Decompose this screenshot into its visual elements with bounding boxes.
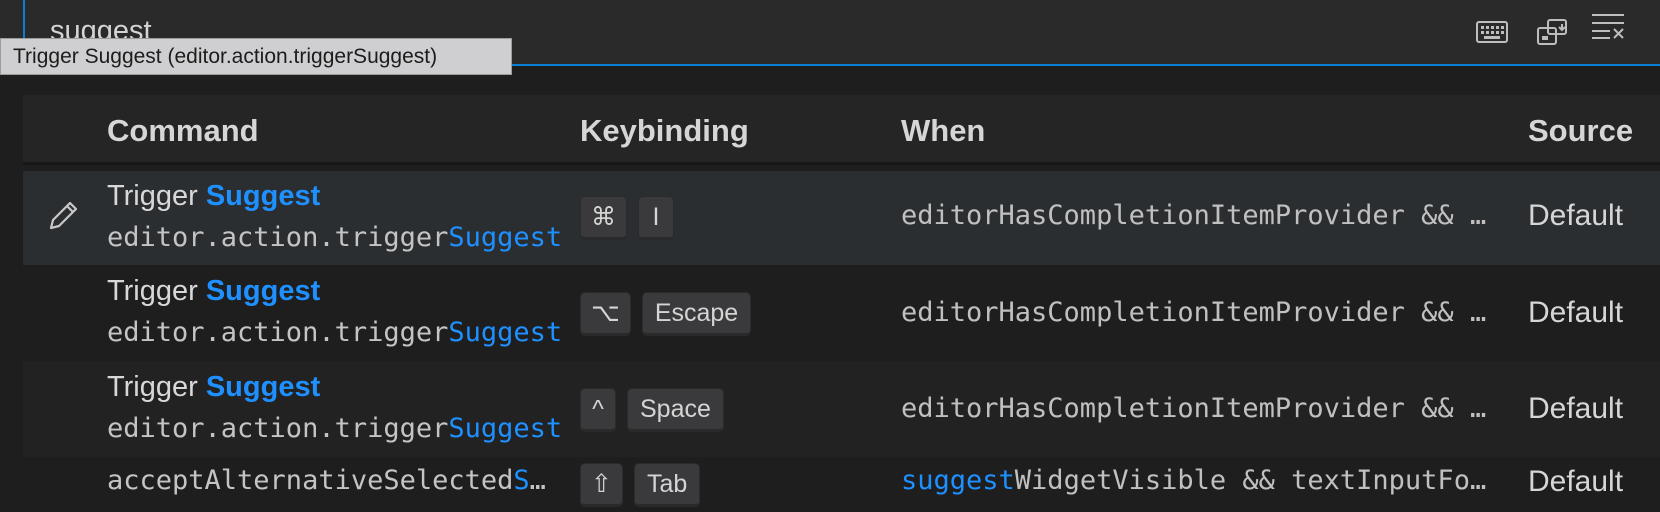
command-title: Trigger Suggest (107, 275, 321, 307)
keycap-ctrl: ^ (580, 388, 616, 432)
edit-keybinding-icon[interactable] (45, 198, 81, 239)
when-clause: suggestWidgetVisible && textInputFo… (901, 465, 1487, 496)
keycap-escape: Escape (641, 292, 752, 336)
when-clause: editorHasCompletionItemProvider && … (901, 200, 1487, 231)
when-clause: editorHasCompletionItemProvider && … (901, 297, 1487, 328)
source-value: Default (1528, 199, 1624, 232)
source-value: Default (1528, 296, 1624, 329)
command-tooltip: Trigger Suggest (editor.action.triggerSu… (0, 38, 512, 75)
column-header-command[interactable]: Command (107, 113, 259, 149)
keycap-i: I (638, 196, 674, 240)
column-header-keybinding[interactable]: Keybinding (580, 113, 749, 149)
when-clause: editorHasCompletionItemProvider && … (901, 393, 1487, 424)
keycap-option: ⌥ (580, 292, 631, 336)
keybinding-keys: ⌘ I (580, 196, 674, 240)
clear-list-icon[interactable] (1588, 8, 1628, 44)
keybinding-keys: ⌥ Escape (580, 292, 752, 336)
record-keys-icon[interactable] (1533, 14, 1573, 50)
keycap-space: Space (627, 388, 724, 432)
command-id: editor.action.triggerSuggest (107, 413, 563, 444)
table-header: Command Keybinding When Source (23, 95, 1660, 165)
command-title: Trigger Suggest (107, 180, 321, 212)
keycap-cmd: ⌘ (580, 196, 627, 240)
command-title: Trigger Suggest (107, 371, 321, 403)
table-row[interactable]: Trigger Suggest editor.action.triggerSug… (23, 171, 1660, 265)
command-id: editor.action.triggerSuggest (107, 222, 563, 253)
command-id: editor.action.triggerSuggest (107, 317, 563, 348)
table-row[interactable]: Trigger Suggest editor.action.triggerSug… (23, 361, 1660, 457)
table-row[interactable]: Trigger Suggest editor.action.triggerSug… (23, 265, 1660, 361)
keycap-tab: Tab (633, 463, 701, 507)
keybinding-keys: ⇧ Tab (580, 463, 701, 507)
column-header-when[interactable]: When (901, 113, 985, 149)
command-id: acceptAlternativeSelectedS… (107, 465, 546, 496)
table-row[interactable]: acceptAlternativeSelectedS… ⇧ Tab sugges… (23, 457, 1660, 512)
column-header-source[interactable]: Source (1528, 113, 1633, 149)
source-value: Default (1528, 465, 1624, 498)
source-value: Default (1528, 392, 1624, 425)
keybinding-keys: ^ Space (580, 388, 724, 432)
keyboard-icon[interactable] (1472, 14, 1512, 50)
keycap-shift: ⇧ (580, 463, 623, 507)
